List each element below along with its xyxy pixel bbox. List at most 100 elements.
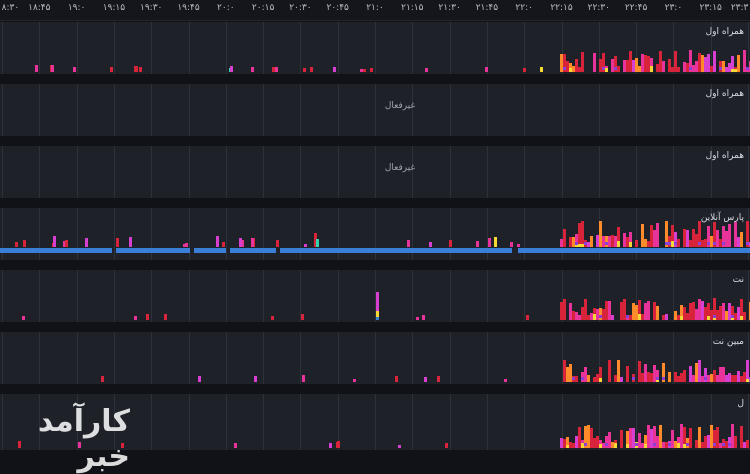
event-bar xyxy=(599,378,602,382)
event-bar xyxy=(540,67,543,72)
time-tick-label: ۲۱:۰ xyxy=(366,3,384,13)
panel-label: پارس آنلاین xyxy=(700,213,744,223)
gridline xyxy=(39,270,41,322)
availability-strip xyxy=(230,248,276,253)
event-bar xyxy=(647,301,650,320)
event-bar xyxy=(563,299,566,320)
event-bar xyxy=(587,375,590,382)
gridline xyxy=(486,394,488,450)
gridline xyxy=(748,146,749,198)
gridline xyxy=(375,22,376,74)
time-tick-label: ۲۲:۳۰ xyxy=(587,3,610,13)
event-bar xyxy=(504,379,507,382)
gridline xyxy=(113,332,115,384)
event-bar xyxy=(605,68,608,72)
event-bar xyxy=(425,68,428,72)
panel-p2[interactable]: همراه اول غیرفعال xyxy=(0,84,750,136)
gridline xyxy=(225,146,227,198)
time-tick-label: ۱۹:۳۰ xyxy=(140,3,163,13)
event-bar xyxy=(398,445,401,448)
event-bar xyxy=(363,69,366,72)
gridline xyxy=(39,84,41,136)
gridline xyxy=(412,394,414,450)
gridline xyxy=(300,394,302,450)
time-tick-label: ۱۸:۳۰ xyxy=(0,3,20,13)
event-bar xyxy=(581,52,584,72)
gridline xyxy=(337,270,339,322)
gridline xyxy=(375,146,376,198)
event-bar xyxy=(593,53,596,72)
event-bar xyxy=(740,232,743,247)
gridline xyxy=(598,146,600,198)
event-bar xyxy=(407,240,410,247)
gridline xyxy=(76,332,78,384)
availability-strip xyxy=(116,248,190,253)
event-bar xyxy=(608,360,611,382)
panel-label: همراه اول xyxy=(705,89,744,99)
time-tick-label: ۲۲:۱۵ xyxy=(550,3,573,13)
event-bar xyxy=(216,236,219,247)
event-bar xyxy=(650,66,653,72)
gridline xyxy=(449,394,451,450)
time-tick-label: ۱۸:۴۵ xyxy=(28,3,51,13)
gridline xyxy=(113,84,115,136)
event-bar xyxy=(116,238,119,247)
event-bar xyxy=(523,68,526,72)
panel-p4[interactable]: پارس آنلاین xyxy=(0,208,750,260)
event-bar xyxy=(422,315,425,320)
availability-strip xyxy=(280,248,512,253)
gridline xyxy=(673,84,675,136)
gridline xyxy=(225,270,227,322)
event-bar xyxy=(662,61,665,72)
gridline xyxy=(188,146,190,198)
event-bar xyxy=(164,314,167,320)
gridline xyxy=(2,146,3,198)
time-tick-label: ۲۰:۱۵ xyxy=(251,3,275,13)
event-bar xyxy=(15,242,18,247)
event-bar xyxy=(743,312,746,320)
event-bar xyxy=(445,443,448,448)
gridline xyxy=(412,332,414,384)
event-bar xyxy=(668,372,671,382)
time-tick-label: ۲۳:۳۰ xyxy=(730,3,750,13)
gridline xyxy=(188,22,190,74)
gridline xyxy=(375,332,376,384)
gridline xyxy=(151,22,153,74)
time-tick-label: ۲۳:۰ xyxy=(664,3,683,13)
panel-p3[interactable]: همراه اول غیرفعال xyxy=(0,146,750,198)
event-bar xyxy=(746,440,749,448)
gridline xyxy=(263,394,265,450)
event-bar xyxy=(689,428,692,448)
panel-p6[interactable]: مبین نت xyxy=(0,332,750,384)
time-tick-label: ۱۹:۰ xyxy=(67,3,86,13)
time-tick-label: ۱۹:۱۵ xyxy=(102,3,126,13)
event-bar xyxy=(251,238,254,247)
event-bar xyxy=(510,242,513,247)
gridline xyxy=(486,332,488,384)
panel-p1[interactable]: همراه اول xyxy=(0,22,750,74)
event-bar xyxy=(395,376,398,382)
event-bar xyxy=(590,236,593,247)
gridline xyxy=(151,270,153,322)
event-bar xyxy=(336,442,339,448)
gridline xyxy=(412,22,414,74)
gridline xyxy=(486,146,488,198)
event-bar xyxy=(611,315,614,320)
gridline xyxy=(524,84,526,136)
panel-label: مبین نت xyxy=(712,337,744,347)
gridline xyxy=(449,22,451,74)
gridline xyxy=(39,146,41,198)
panel-p5[interactable]: نت xyxy=(0,270,750,322)
time-tick-label: ۱۹:۴۵ xyxy=(177,3,200,13)
event-bar xyxy=(198,376,201,382)
event-bar xyxy=(85,238,88,247)
gridline xyxy=(225,22,227,74)
gridline xyxy=(561,84,563,136)
time-tick-label: ۲۰:۴۵ xyxy=(326,3,349,13)
gridline xyxy=(39,22,41,74)
event-bar xyxy=(239,238,242,247)
gridline xyxy=(636,332,638,384)
gridline xyxy=(486,270,488,322)
gridline xyxy=(2,22,3,74)
event-bar xyxy=(424,377,427,382)
